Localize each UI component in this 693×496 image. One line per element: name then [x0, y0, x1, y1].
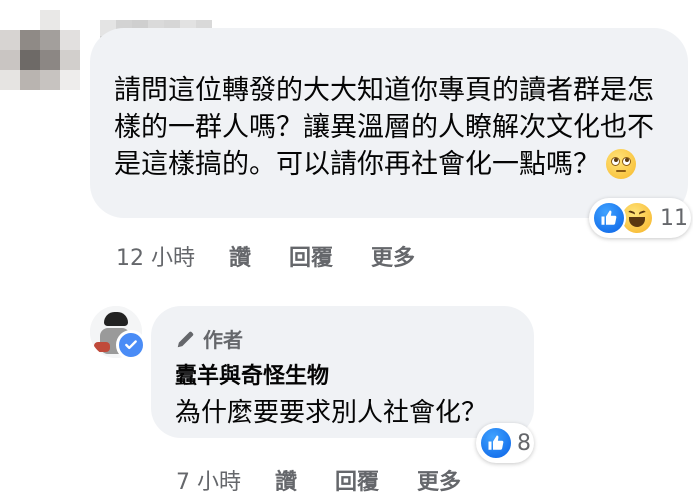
- comment-text: 請問這位轉發的大大知道你專頁的讀者群是怎樣的一群人嗎？讓異溫層的人瞭解次文化也不…: [114, 75, 654, 180]
- author-name[interactable]: 蠹羊與奇怪生物: [175, 358, 329, 390]
- reply-bubble: 作者 蠹羊與奇怪生物 為什麼要要求別人社會化？: [151, 306, 534, 438]
- comment-bubble: 請問這位轉發的大大知道你專頁的讀者群是怎樣的一群人嗎？讓異溫層的人瞭解次文化也不…: [90, 28, 688, 218]
- pen-icon: [177, 331, 194, 347]
- timestamp[interactable]: 12 小時: [116, 240, 195, 272]
- author-badge: 作者: [175, 324, 243, 353]
- more-button[interactable]: 更多: [417, 464, 461, 496]
- like-button[interactable]: 讚: [275, 464, 297, 496]
- timestamp[interactable]: 7 小時: [176, 464, 241, 496]
- like-reaction-icon: [592, 201, 626, 235]
- like-button[interactable]: 讚: [229, 240, 251, 272]
- rolling-eyes-emoji-icon: [606, 149, 636, 179]
- like-reaction-icon: [479, 426, 513, 460]
- comment-actions: 12 小時 讚 回覆 更多: [116, 240, 453, 272]
- reaction-summary[interactable]: 11: [589, 198, 691, 238]
- reaction-count: 11: [660, 205, 688, 231]
- reaction-summary[interactable]: 8: [476, 423, 534, 463]
- more-button[interactable]: 更多: [371, 240, 415, 272]
- blurred-avatar[interactable]: [0, 8, 84, 92]
- reply-button[interactable]: 回覆: [289, 240, 333, 272]
- verified-check-icon: [116, 330, 146, 360]
- reply-button[interactable]: 回覆: [335, 464, 379, 496]
- reply-text: 為什麼要要求別人社會化？: [175, 398, 488, 428]
- reply-actions: 7 小時 讚 回覆 更多: [176, 464, 499, 496]
- reaction-count: 8: [517, 430, 531, 456]
